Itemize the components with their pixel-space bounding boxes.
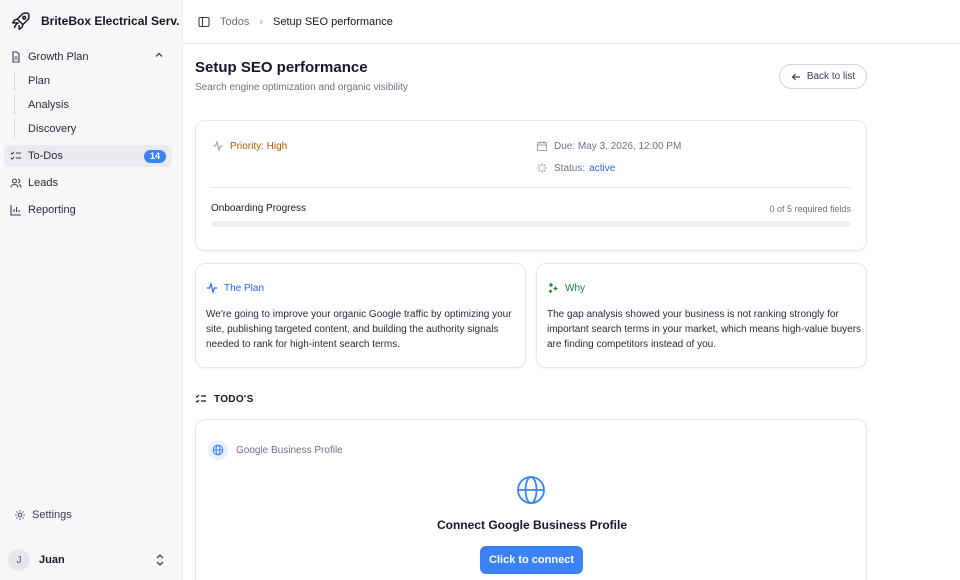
plan-heading-text: The Plan xyxy=(224,282,265,294)
sparkles-icon xyxy=(547,282,559,294)
users-icon xyxy=(10,177,22,189)
todos-heading-text: TODO'S xyxy=(214,393,254,405)
avatar: J xyxy=(8,549,30,571)
sidebar-item-label: To-Dos xyxy=(28,150,63,162)
sidebar-item-todos[interactable]: To-Dos 14 xyxy=(4,145,172,167)
todo-title: Connect Google Business Profile xyxy=(436,518,628,532)
checklist-icon xyxy=(10,150,22,162)
sparkle-icon xyxy=(536,162,548,174)
summary-card: Priority: High Due: May 3, 2026, 12:00 P… xyxy=(195,120,867,251)
user-menu[interactable]: J Juan xyxy=(8,548,170,572)
chevron-up-icon[interactable] xyxy=(154,50,164,63)
rocket-icon xyxy=(10,9,33,33)
progress-count: 0 of 5 required fields xyxy=(769,204,851,214)
why-text: The gap analysis showed your business is… xyxy=(547,309,862,350)
sidebar-subitem-plan[interactable]: Plan xyxy=(14,71,164,91)
chevron-right-icon: › xyxy=(259,15,264,28)
sidebar-item-reporting[interactable]: Reporting xyxy=(4,199,172,221)
settings-label: Settings xyxy=(32,509,72,521)
sidebar-subitem-discovery[interactable]: Discovery xyxy=(14,119,164,139)
back-to-list-label: Back to list xyxy=(806,71,856,82)
sidebar-subitem-analysis[interactable]: Analysis xyxy=(14,95,164,115)
plan-heading: The Plan xyxy=(206,282,264,294)
why-heading: Why xyxy=(547,282,585,294)
status-field: Status: active xyxy=(536,162,615,174)
globe-icon xyxy=(208,440,228,460)
checklist-icon xyxy=(195,393,207,405)
user-name: Juan xyxy=(39,554,65,566)
sidebar-item-label: Growth Plan xyxy=(28,51,89,63)
plan-card: The Plan We're going to improve your org… xyxy=(195,263,526,368)
status-label: Status: xyxy=(554,162,586,174)
back-to-list-button[interactable]: Back to list xyxy=(779,64,867,89)
progress-bar xyxy=(211,221,851,227)
sidebar-item-leads[interactable]: Leads xyxy=(4,172,172,194)
page-subtitle: Search engine optimization and organic v… xyxy=(195,82,408,93)
why-heading-text: Why xyxy=(565,282,585,294)
activity-icon xyxy=(206,282,218,294)
gear-icon xyxy=(14,509,26,521)
due-field: Due: May 3, 2026, 12:00 PM xyxy=(536,140,681,152)
why-card: Why The gap analysis showed your busines… xyxy=(536,263,867,368)
chevrons-up-down-icon xyxy=(154,553,166,570)
arrow-left-icon xyxy=(791,72,801,82)
todo-category: Google Business Profile xyxy=(208,440,343,460)
status-badge: active xyxy=(589,162,616,174)
plan-text: We're going to improve your organic Goog… xyxy=(206,309,512,350)
globe-icon xyxy=(516,475,546,505)
priority-field: Priority: High xyxy=(212,140,287,152)
calendar-icon xyxy=(536,140,548,152)
divider xyxy=(211,187,851,188)
todo-card: Google Business Profile Connect Google B… xyxy=(195,419,867,580)
brand-name: BriteBox Electrical Serv... xyxy=(40,14,180,28)
todos-heading: TODO'S xyxy=(195,393,254,405)
todos-count-badge: 14 xyxy=(143,150,166,163)
connect-button[interactable]: Click to connect xyxy=(480,546,583,574)
sidebar-item-label: Leads xyxy=(28,177,58,189)
bar-chart-icon xyxy=(10,204,22,216)
breadcrumb-current: Setup SEO performance xyxy=(273,15,393,28)
progress-label: Onboarding Progress xyxy=(211,203,307,214)
sidebar-item-growth-plan[interactable]: Growth Plan xyxy=(4,46,172,68)
brand[interactable]: BriteBox Electrical Serv... xyxy=(10,9,180,33)
sidebar: BriteBox Electrical Serv... Growth Plan … xyxy=(0,0,183,580)
breadcrumb-todos[interactable]: Todos xyxy=(220,16,249,28)
due-text: Due: May 3, 2026, 12:00 PM xyxy=(554,140,682,152)
priority-text: Priority: High xyxy=(230,140,288,152)
activity-icon xyxy=(212,140,224,152)
sidebar-toggle-icon[interactable] xyxy=(198,16,210,28)
sidebar-item-label: Reporting xyxy=(28,204,76,216)
sidebar-item-settings[interactable]: Settings xyxy=(14,509,72,521)
todo-category-label: Google Business Profile xyxy=(236,444,343,456)
document-icon xyxy=(10,51,22,63)
topbar: Todos › Setup SEO performance xyxy=(183,0,960,44)
page-title: Setup SEO performance xyxy=(195,59,368,76)
